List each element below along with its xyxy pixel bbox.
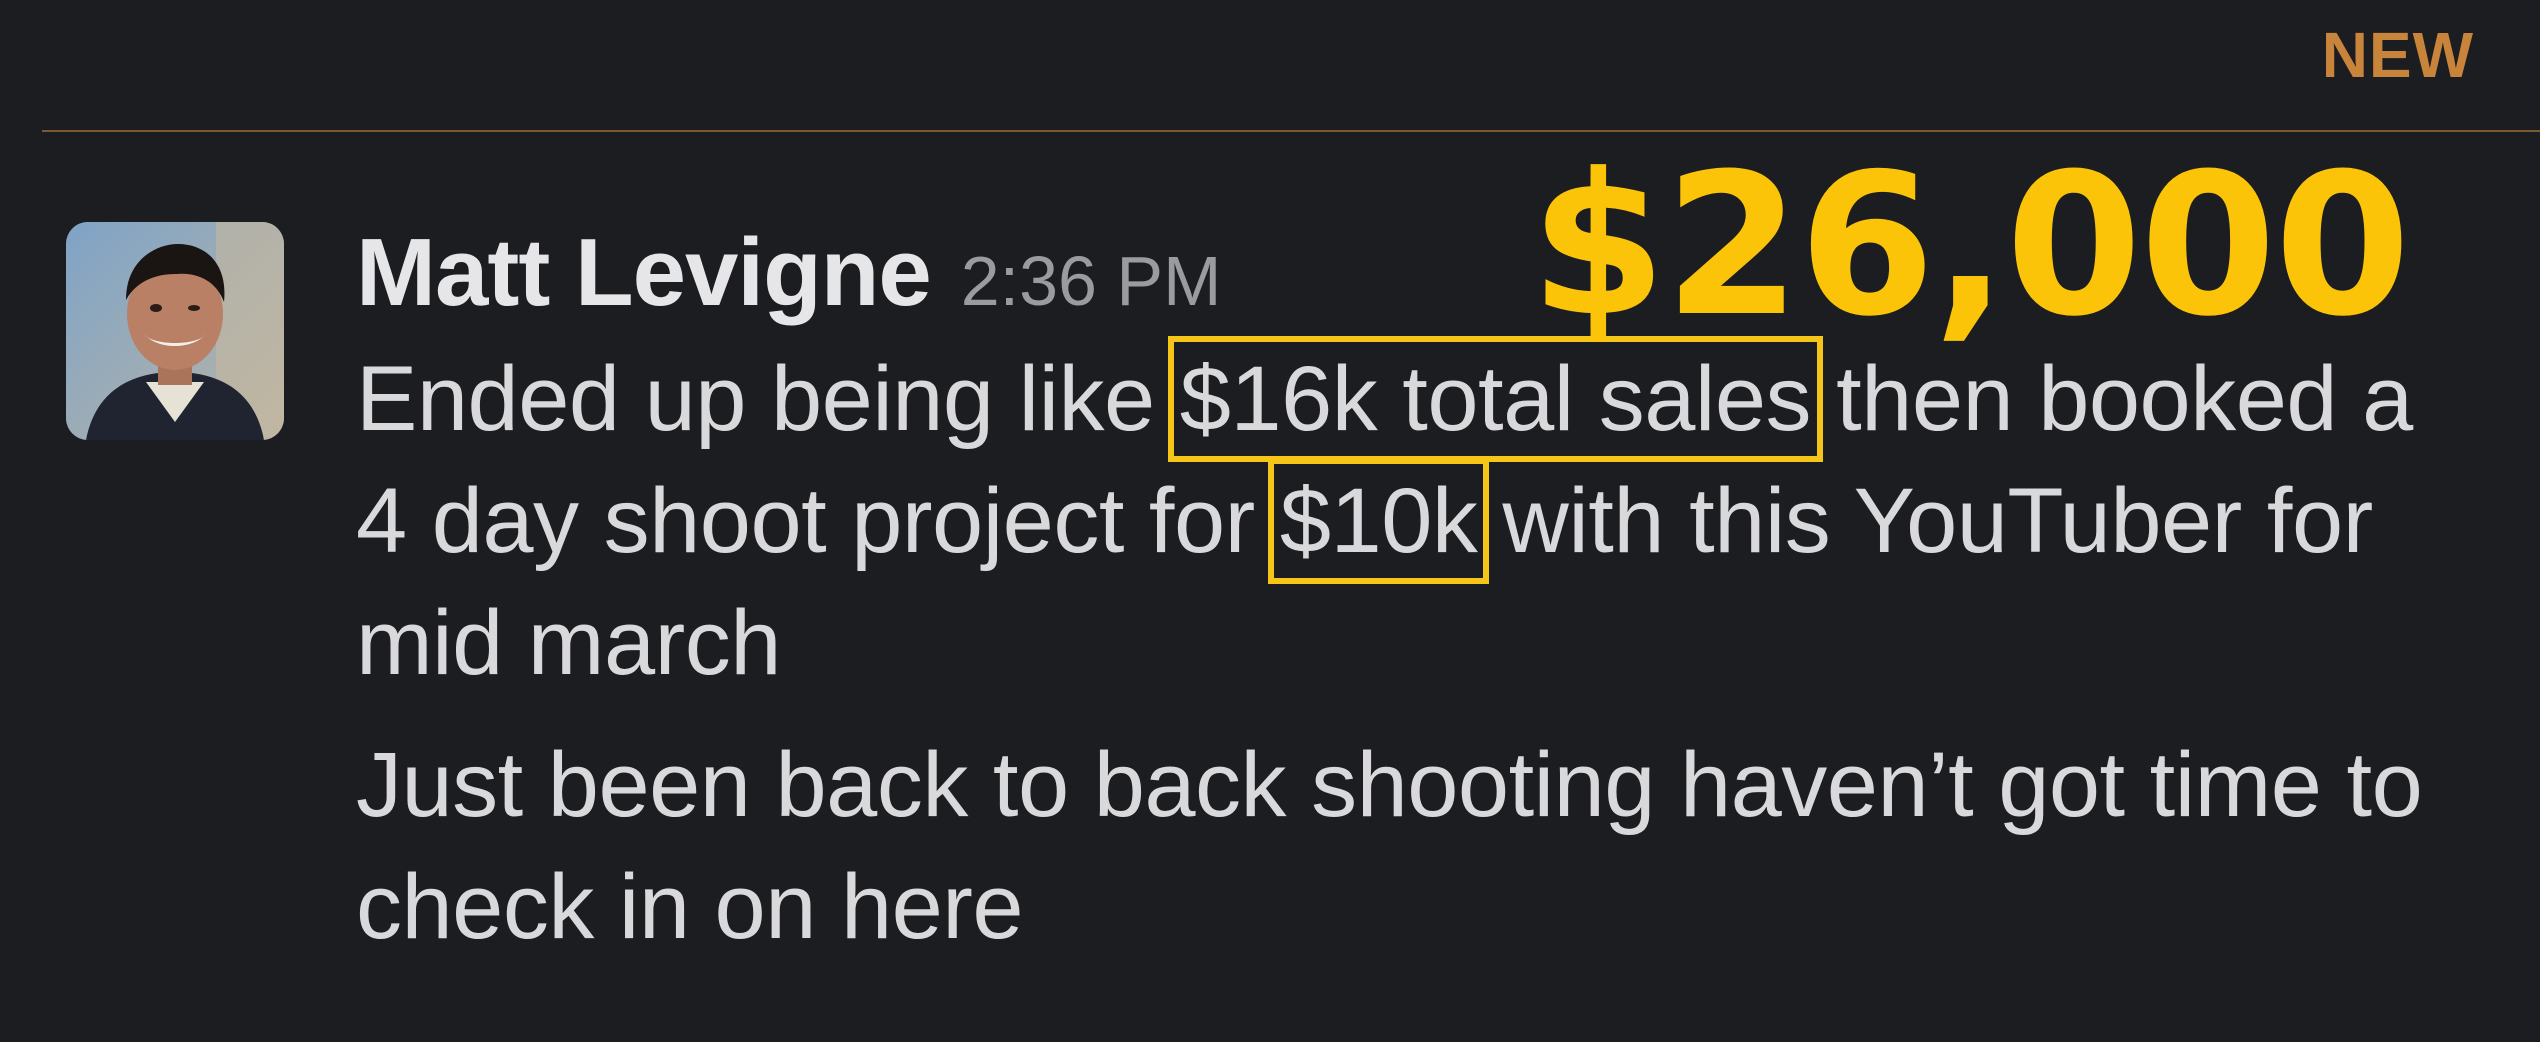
message-body: Ended up being like $16k total sales the…: [356, 336, 2456, 968]
highlight-total-sales: $16k total sales: [1167, 336, 1824, 462]
avatar[interactable]: [66, 222, 284, 440]
message-timestamp[interactable]: 2:36 PM: [961, 241, 1222, 321]
total-amount-overlay: $26,000: [1530, 132, 2411, 360]
new-messages-label: NEW: [2321, 19, 2474, 91]
message-paragraph-2: Just been back to back shooting haven’t …: [356, 734, 2423, 958]
message-paragraph-1: Ended up being like $16k total sales the…: [356, 336, 2456, 704]
text-segment: Ended up being like: [356, 348, 1180, 450]
avatar-photo: [66, 222, 284, 440]
author-name[interactable]: Matt Levigne: [356, 218, 932, 328]
highlight-shoot-project: $10k: [1267, 458, 1490, 584]
